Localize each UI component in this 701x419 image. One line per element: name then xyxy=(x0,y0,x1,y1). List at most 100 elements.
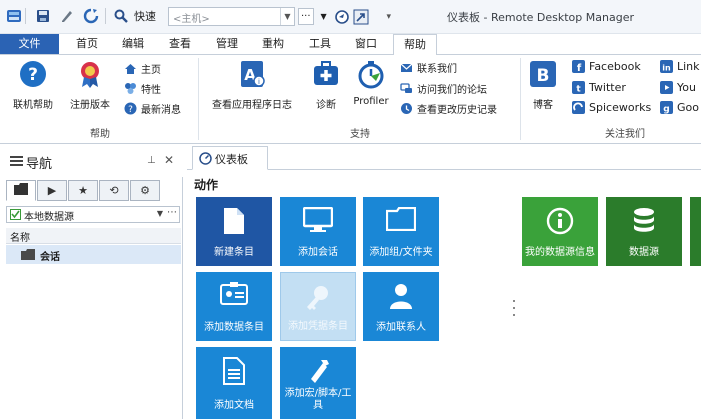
my-data-source-info-tile[interactable]: 我的数据源信息 xyxy=(522,197,598,266)
register-button[interactable]: 注册版本 xyxy=(62,59,118,111)
profiler-button[interactable]: Profiler xyxy=(350,59,392,107)
tab-file[interactable]: 文件 xyxy=(0,34,59,54)
tab-view[interactable]: 查看 xyxy=(163,34,197,54)
online-help-label: 联机帮助 xyxy=(13,100,53,111)
svg-text:?: ? xyxy=(28,65,38,85)
add-data-entry-tile[interactable]: 添加数据条目 xyxy=(196,272,272,341)
quick-connect-extras: ··· ▼ ▾ xyxy=(298,8,391,25)
home-link[interactable]: 主页 xyxy=(124,61,161,76)
online-help-button[interactable]: ? 联机帮助 xyxy=(6,59,60,111)
add-macro-script-tool-tile[interactable]: 添加宏/脚本/工具 xyxy=(280,347,356,419)
data-source-label: 数据源 xyxy=(629,247,659,258)
tab-help[interactable]: 帮助 xyxy=(393,34,437,55)
star-icon: ★ xyxy=(78,184,88,197)
twitter-label: Twitter xyxy=(589,81,626,94)
twitter-icon: t xyxy=(572,81,585,95)
tab-recent[interactable]: ⟲ xyxy=(99,180,129,201)
new-entry-label: 新建条目 xyxy=(214,247,254,258)
change-history-link[interactable]: 查看更改历史记录 xyxy=(400,101,497,116)
open-tab-icon[interactable] xyxy=(353,9,369,25)
key-icon xyxy=(304,283,332,315)
facebook-link[interactable]: f Facebook xyxy=(572,60,641,74)
follow-group-label: 关注我们 xyxy=(605,129,645,140)
view-app-log-button[interactable]: Ai 查看应用程序日志 xyxy=(205,59,299,111)
linkedin-link[interactable]: in Link xyxy=(660,60,700,73)
tab-edit[interactable]: 编辑 xyxy=(116,34,150,54)
search-icon[interactable] xyxy=(113,8,129,24)
forum-label: 访问我们的论坛 xyxy=(417,85,487,96)
pin-icon[interactable]: ⊥ xyxy=(147,155,156,166)
tab-home[interactable]: 首页 xyxy=(70,34,104,54)
new-entry-tile[interactable]: 新建条目 xyxy=(196,197,272,266)
person-icon xyxy=(389,282,413,314)
window-title: 仪表板 - Remote Desktop Manager xyxy=(447,11,634,24)
tab-settings[interactable]: ⚙ xyxy=(130,180,160,201)
youtube-icon xyxy=(660,81,673,94)
chevron-down-icon[interactable]: ▼ xyxy=(316,9,332,25)
add-document-tile[interactable]: 添加文档 xyxy=(196,347,272,419)
chevron-down-icon[interactable]: ▼ xyxy=(157,209,163,218)
tab-window[interactable]: 窗口 xyxy=(349,34,383,54)
stopwatch-icon xyxy=(356,59,386,92)
splitter-grip[interactable] xyxy=(513,300,515,316)
close-icon[interactable]: ✕ xyxy=(164,153,174,167)
spiceworks-link[interactable]: Spiceworks xyxy=(572,101,651,114)
nav-list-icon xyxy=(10,156,23,170)
add-credential-entry-tile[interactable]: 添加凭据条目 xyxy=(280,272,356,341)
history-icon xyxy=(400,102,413,115)
pencil-icon[interactable] xyxy=(59,8,75,24)
nav-view-tabs: ▶ ★ ⟲ ⚙ xyxy=(6,180,161,201)
host-placeholder: <主机> xyxy=(173,14,210,25)
data-source-tile[interactable]: 数据源 xyxy=(606,197,682,266)
latest-news-link[interactable]: ? 最新消息 xyxy=(124,101,181,116)
separator xyxy=(105,8,106,24)
google-link[interactable]: g Goo xyxy=(660,101,699,115)
tab-manage[interactable]: 管理 xyxy=(210,34,244,54)
monitor-icon xyxy=(302,206,334,237)
info-icon: ? xyxy=(124,102,137,115)
grip-dot xyxy=(513,300,515,302)
diagnostics-button[interactable]: 诊断 xyxy=(306,59,346,111)
tab-dashboard[interactable]: 仪表板 xyxy=(192,146,268,170)
tab-tools[interactable]: 工具 xyxy=(303,34,337,54)
host-combo-input[interactable]: <主机> ▼ xyxy=(168,7,295,26)
data-source-selector[interactable]: 本地数据源 ▼ ⋯ xyxy=(6,206,180,223)
forum-link[interactable]: 访问我们的论坛 xyxy=(400,81,487,96)
blog-button[interactable]: B 博客 xyxy=(527,59,559,111)
chevron-down-icon[interactable]: ▼ xyxy=(280,8,294,25)
name-column-header[interactable]: 名称 xyxy=(6,228,181,244)
host-more-button[interactable]: ··· xyxy=(298,8,314,25)
youtube-label: You xyxy=(677,81,696,94)
tab-favorites[interactable]: ★ xyxy=(68,180,98,201)
facebook-icon: f xyxy=(572,60,585,74)
linkedin-icon: in xyxy=(660,60,673,73)
youtube-link[interactable]: You xyxy=(660,81,696,94)
tab-folders[interactable] xyxy=(6,180,36,201)
add-contact-tile[interactable]: 添加联系人 xyxy=(363,272,439,341)
add-document-label: 添加文档 xyxy=(214,400,254,411)
house-icon xyxy=(124,62,137,75)
blog-icon: B xyxy=(528,59,558,92)
tab-opened-sessions[interactable]: ▶ xyxy=(37,180,67,201)
customize-dropdown-icon[interactable]: ▾ xyxy=(387,12,392,22)
document-icon xyxy=(223,207,245,239)
play-icon: ▶ xyxy=(47,184,57,197)
save-icon[interactable] xyxy=(35,8,51,24)
tab-refactor[interactable]: 重构 xyxy=(256,34,290,54)
tree-item-sessions[interactable]: 会话 xyxy=(6,245,181,264)
database-icon xyxy=(632,207,656,239)
chat-bubbles-icon xyxy=(400,82,413,95)
add-group-folder-label: 添加组/文件夹 xyxy=(369,247,433,258)
features-link[interactable]: 特性 xyxy=(124,81,161,96)
svg-text:?: ? xyxy=(128,105,133,115)
refresh-icon[interactable] xyxy=(83,8,99,24)
more-options-icon[interactable]: ⋯ xyxy=(167,207,177,218)
twitter-link[interactable]: t Twitter xyxy=(572,81,626,95)
connect-icon[interactable] xyxy=(334,9,350,25)
add-group-folder-tile[interactable]: 添加组/文件夹 xyxy=(363,197,439,266)
svg-text:g: g xyxy=(663,105,669,115)
add-session-tile[interactable]: 添加会话 xyxy=(280,197,356,266)
id-card-icon xyxy=(220,282,248,310)
medical-kit-icon xyxy=(311,59,341,92)
contact-us-link[interactable]: 联系我们 xyxy=(400,60,457,75)
